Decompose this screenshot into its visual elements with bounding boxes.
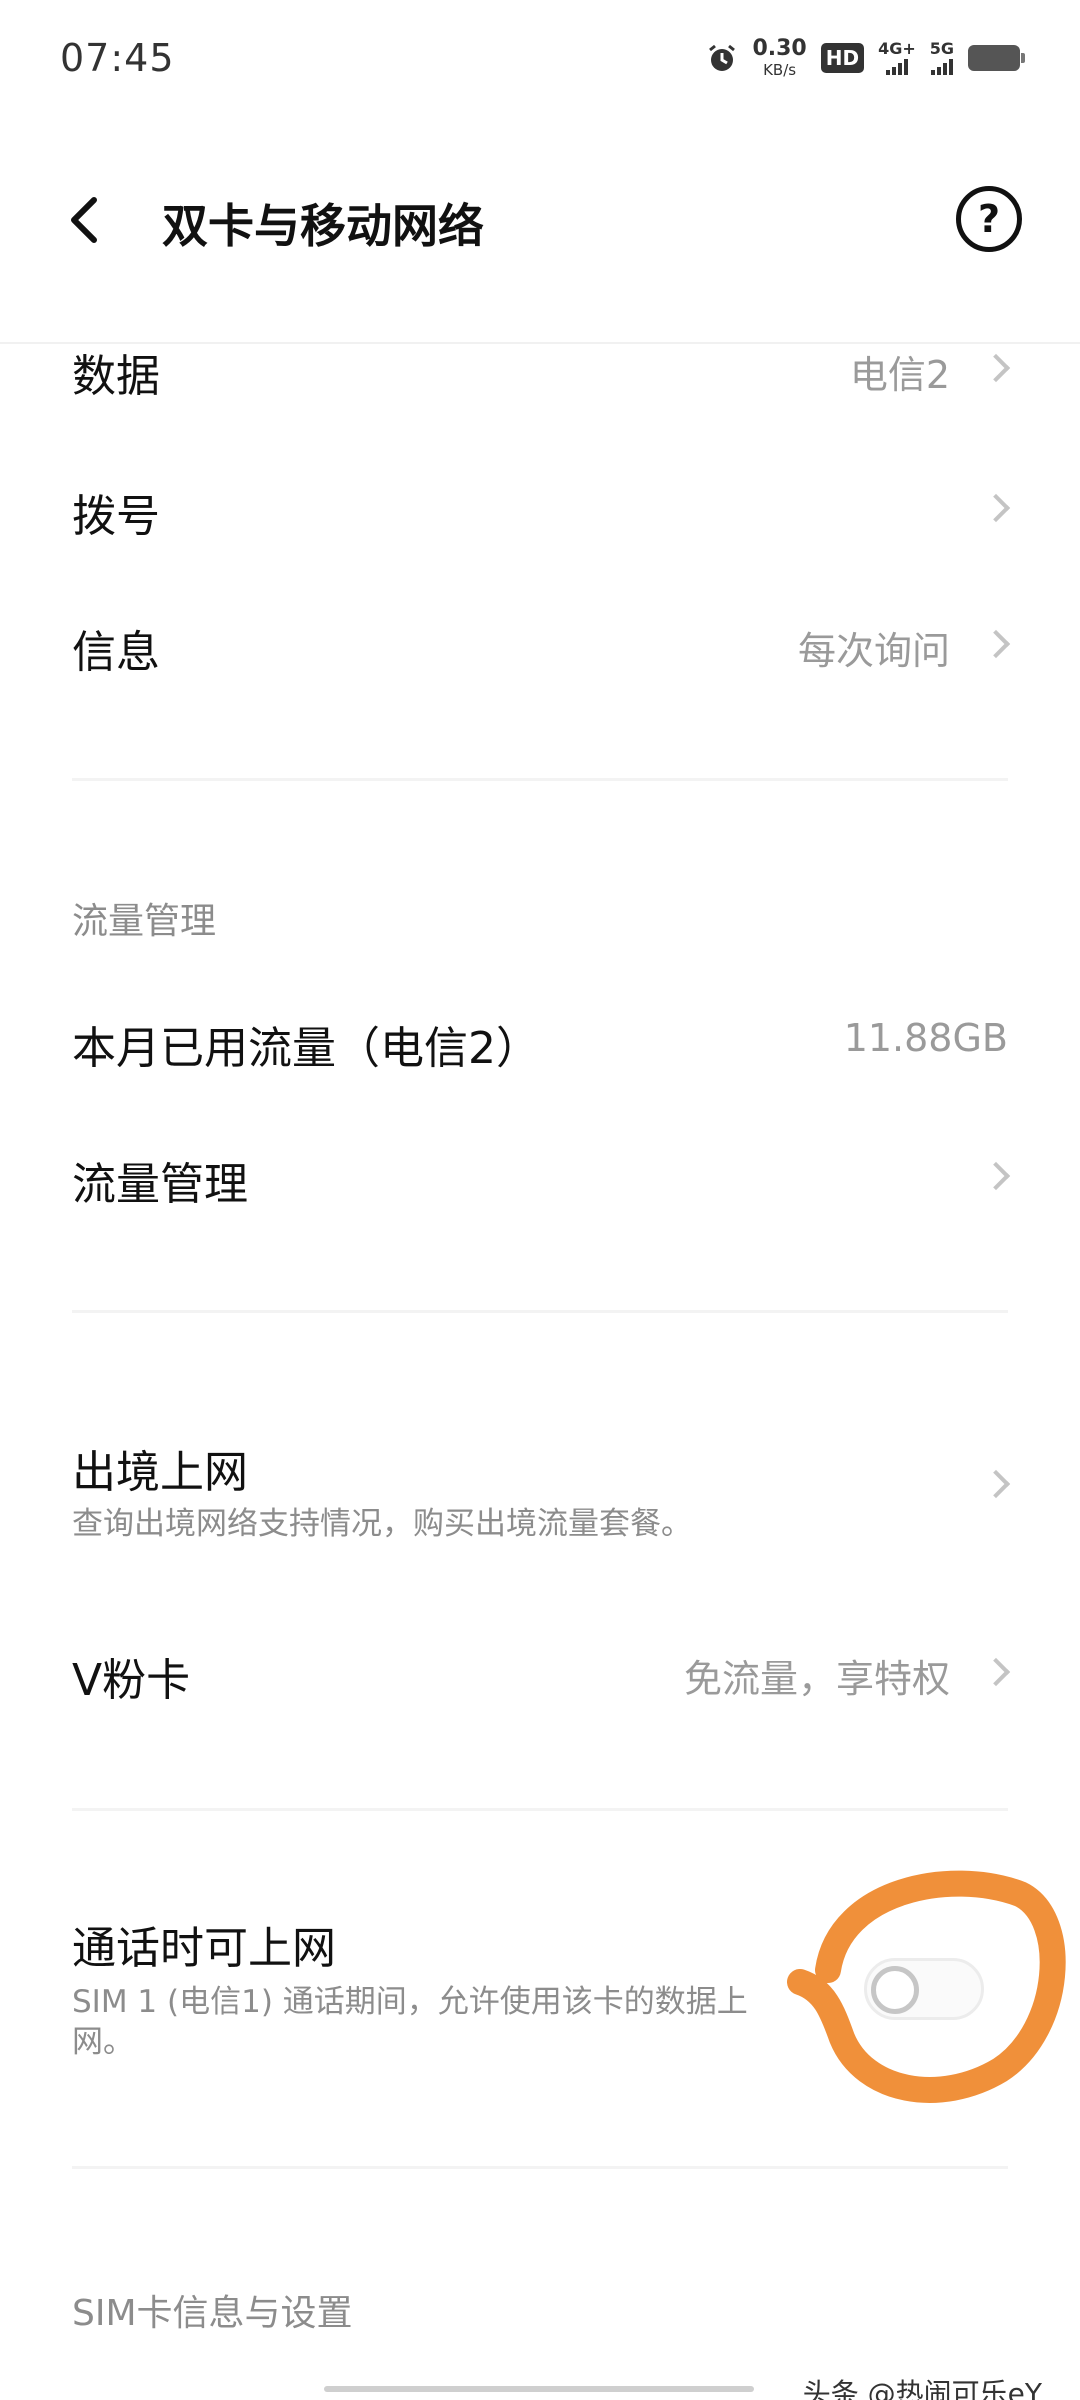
net-speed-unit: KB/s bbox=[763, 61, 797, 79]
vfan-card-title: V粉卡 bbox=[72, 1655, 191, 1706]
hd-icon: HD bbox=[820, 43, 865, 73]
section-divider bbox=[72, 1310, 1008, 1313]
call-data-subtitle-line1: SIM 1 (电信1) 通话期间，允许使用该卡的数据上 bbox=[72, 1984, 748, 2020]
chevron-right-icon bbox=[981, 629, 1011, 659]
data-sim-value: 电信2 bbox=[849, 353, 950, 397]
help-icon[interactable]: ? bbox=[956, 186, 1022, 252]
data-sim-title: 数据 bbox=[72, 351, 160, 402]
traffic-management-row[interactable]: 流量管理 bbox=[0, 1148, 1080, 1210]
section-divider bbox=[72, 778, 1008, 781]
signal-icon bbox=[885, 59, 908, 75]
roaming-title: 出境上网 bbox=[72, 1447, 248, 1498]
net-speed: 0.30 KB/s bbox=[752, 38, 806, 78]
home-indicator[interactable] bbox=[324, 2386, 754, 2392]
app-header: 双卡与移动网络 ? bbox=[0, 160, 1080, 280]
vfan-card-row[interactable]: V粉卡 免流量，享特权 bbox=[0, 1644, 1080, 1706]
sim2-signal: 5G bbox=[930, 41, 954, 75]
call-data-subtitle-line2: 网。 bbox=[72, 2024, 134, 2060]
section-header-sim-info: SIM卡信息与设置 bbox=[72, 2293, 353, 2334]
dial-sim-title: 拨号 bbox=[72, 491, 160, 542]
call-data-title: 通话时可上网 bbox=[72, 1923, 336, 1974]
chevron-right-icon bbox=[981, 1161, 1011, 1191]
section-divider bbox=[72, 1808, 1008, 1811]
annotation-circle-icon bbox=[787, 1870, 1066, 2103]
sim1-signal: 4G+ bbox=[878, 41, 916, 75]
message-sim-title: 信息 bbox=[72, 627, 160, 678]
dial-sim-row[interactable]: 拨号 bbox=[0, 480, 1080, 542]
sim2-network-type: 5G bbox=[929, 39, 954, 58]
monthly-usage-row: 本月已用流量（电信2） 11.88GB bbox=[0, 1012, 1080, 1074]
battery-icon bbox=[968, 45, 1025, 71]
net-speed-value: 0.30 bbox=[752, 36, 807, 61]
roaming-subtitle: 查询出境网络支持情况，购买出境流量套餐。 bbox=[72, 1506, 692, 1542]
chevron-right-icon bbox=[981, 1657, 1011, 1687]
page-title: 双卡与移动网络 bbox=[162, 199, 484, 253]
chevron-right-icon bbox=[981, 353, 1011, 383]
alarm-icon bbox=[709, 44, 736, 71]
chevron-right-icon bbox=[981, 493, 1011, 523]
section-header-traffic: 流量管理 bbox=[72, 901, 217, 942]
signal-icon bbox=[930, 59, 953, 75]
traffic-management-title: 流量管理 bbox=[72, 1159, 248, 1210]
vfan-card-value: 免流量，享特权 bbox=[683, 1657, 950, 1701]
message-sim-row[interactable]: 信息 每次询问 bbox=[0, 616, 1080, 678]
chevron-right-icon bbox=[981, 1469, 1011, 1499]
watermark: 头条 @热闹可乐eY bbox=[802, 2377, 1042, 2400]
message-sim-value: 每次询问 bbox=[797, 629, 950, 673]
status-bar: 07:45 0.30 KB/s HD 4G+ 5G bbox=[0, 0, 1080, 120]
status-time: 07:45 bbox=[60, 36, 175, 80]
data-sim-row[interactable]: 数据 电信2 bbox=[0, 340, 1080, 402]
roaming-row[interactable]: 出境上网 查询出境网络支持情况，购买出境流量套餐。 bbox=[0, 1436, 1080, 1546]
monthly-usage-title: 本月已用流量（电信2） bbox=[72, 1023, 540, 1074]
sim1-network-type: 4G+ bbox=[878, 39, 916, 58]
back-arrow-icon[interactable] bbox=[56, 190, 116, 250]
monthly-usage-value: 11.88GB bbox=[843, 1016, 1008, 1060]
section-divider bbox=[72, 2166, 1008, 2169]
status-icons: 0.30 KB/s HD 4G+ 5G bbox=[706, 38, 1025, 78]
